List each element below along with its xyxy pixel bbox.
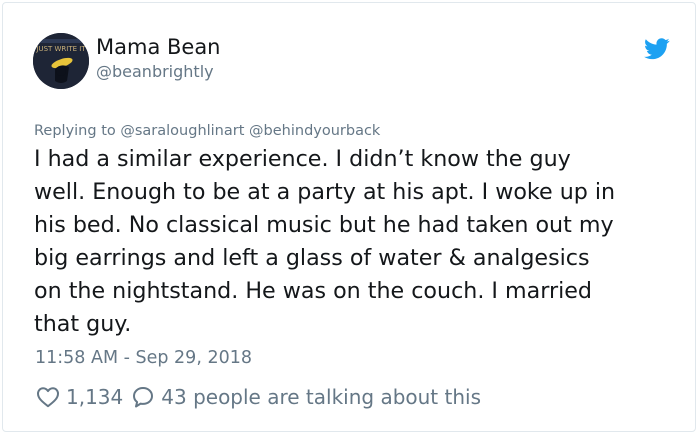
- engagement-bar: 1,134 43 people are talking about this: [36, 383, 481, 411]
- avatar-image: JUST WRITE IT: [33, 33, 89, 89]
- tweet-text-line: I had a similar experience. I didn’t kno…: [34, 146, 571, 172]
- tweet-text-line: big earrings and left a glass of water &…: [34, 245, 590, 271]
- reply-bubble-icon[interactable]: [131, 385, 155, 409]
- tweet-card: JUST WRITE IT Mama Bean @beanbrightly Re…: [2, 2, 696, 432]
- like-count: 1,134: [66, 385, 124, 409]
- tweet-text: I had a similar experience. I didn’t kno…: [34, 143, 684, 341]
- user-handle[interactable]: @beanbrightly: [96, 62, 221, 82]
- replying-to-label: Replying to: [34, 123, 116, 139]
- svg-text:JUST WRITE IT: JUST WRITE IT: [35, 45, 86, 53]
- replying-to-line: Replying to @saraloughlinart @behindyour…: [34, 122, 380, 140]
- avatar[interactable]: JUST WRITE IT: [33, 33, 89, 89]
- twitter-bird-icon[interactable]: [644, 38, 670, 60]
- tweet-text-line: well. Enough to be at a party at his apt…: [34, 179, 616, 205]
- mention-link[interactable]: @behindyourback: [249, 123, 380, 139]
- author-block: Mama Bean @beanbrightly: [96, 33, 221, 82]
- heart-icon[interactable]: [36, 386, 60, 408]
- talking-count[interactable]: 43 people are talking about this: [161, 385, 481, 409]
- tweet-timestamp[interactable]: 11:58 AM - Sep 29, 2018: [35, 346, 252, 370]
- mention-link[interactable]: @saraloughlinart: [120, 123, 244, 139]
- display-name[interactable]: Mama Bean: [96, 33, 221, 61]
- tweet-text-line: that guy.: [34, 311, 132, 337]
- tweet-text-line: on the nightstand. He was on the couch. …: [34, 278, 592, 304]
- tweet-text-line: his bed. No classical music but he had t…: [34, 212, 614, 238]
